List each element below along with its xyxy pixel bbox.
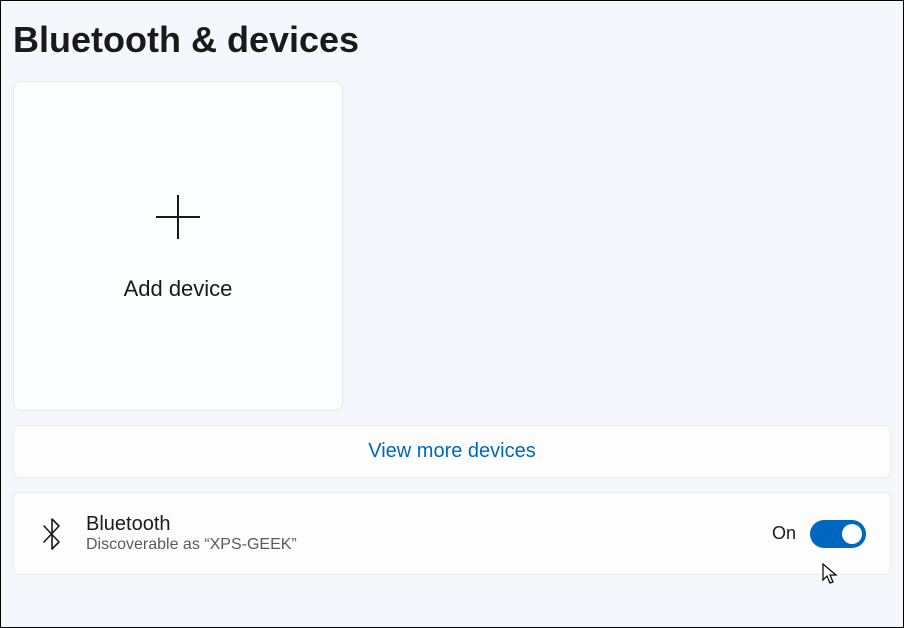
plus-icon <box>152 191 204 252</box>
page-title: Bluetooth & devices <box>13 19 891 61</box>
bluetooth-icon <box>38 516 66 552</box>
bluetooth-title: Bluetooth <box>86 513 752 536</box>
bluetooth-text-group: Bluetooth Discoverable as “XPS-GEEK” <box>86 513 752 554</box>
toggle-knob <box>842 524 862 544</box>
bluetooth-setting-row: Bluetooth Discoverable as “XPS-GEEK” On <box>13 492 891 575</box>
add-device-label: Add device <box>124 276 233 302</box>
bluetooth-toggle-group: On <box>772 520 866 548</box>
view-more-link-label: View more devices <box>368 440 535 462</box>
bluetooth-subtitle: Discoverable as “XPS-GEEK” <box>86 536 752 554</box>
add-device-card[interactable]: Add device <box>13 81 343 411</box>
bluetooth-toggle-state-label: On <box>772 523 796 544</box>
bluetooth-toggle[interactable] <box>810 520 866 548</box>
view-more-devices-button[interactable]: View more devices <box>13 425 891 478</box>
